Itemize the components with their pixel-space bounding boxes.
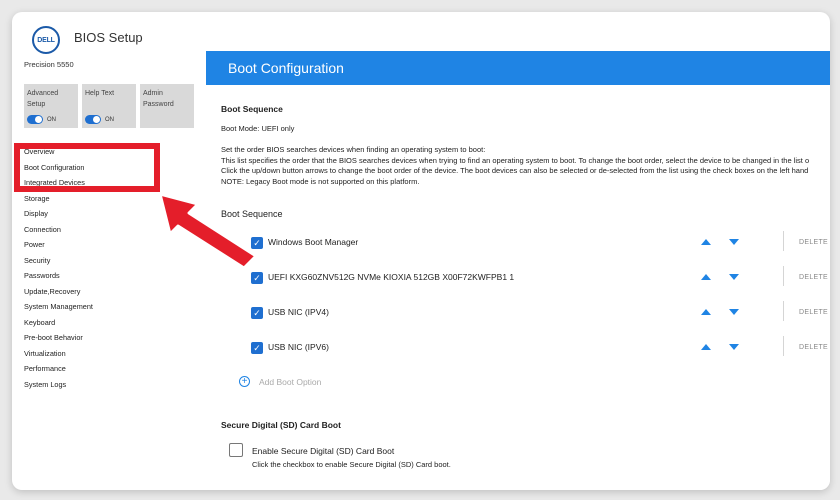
sd-card-checkbox[interactable] bbox=[229, 443, 243, 457]
help-text-toggle[interactable]: ON bbox=[85, 115, 114, 124]
description-line: Click the up/down button arrows to chang… bbox=[221, 166, 809, 175]
checkbox-checked-icon[interactable]: ✓ bbox=[251, 342, 263, 354]
logo-text: DELL bbox=[37, 36, 55, 44]
boot-list-item: ✓ USB NIC (IPV6) DELETE bbox=[251, 336, 830, 356]
sd-card-heading: Secure Digital (SD) Card Boot bbox=[221, 420, 341, 430]
boot-list-item: ✓ USB NIC (IPV4) DELETE bbox=[251, 301, 830, 321]
sidebar-item-system-logs[interactable]: System Logs bbox=[24, 377, 194, 393]
admin-password-tile[interactable]: Admin Password bbox=[140, 84, 194, 128]
sidebar-item-system-management[interactable]: System Management bbox=[24, 299, 194, 315]
add-boot-option-label: Add Boot Option bbox=[259, 376, 322, 387]
sidebar-item-update-recovery[interactable]: Update,Recovery bbox=[24, 284, 194, 300]
sidebar-item-pre-boot-behavior[interactable]: Pre-boot Behavior bbox=[24, 330, 194, 346]
toggle-state: ON bbox=[47, 116, 56, 123]
sidebar-item-passwords[interactable]: Passwords bbox=[24, 268, 194, 284]
move-down-icon[interactable] bbox=[729, 239, 739, 245]
move-down-icon[interactable] bbox=[729, 309, 739, 315]
boot-sequence-heading: Boot Sequence bbox=[221, 104, 283, 114]
help-text-tile[interactable]: Help Text ON bbox=[82, 84, 136, 128]
move-up-icon[interactable] bbox=[701, 344, 711, 350]
description-line: This list specifies the order that the B… bbox=[221, 155, 810, 165]
divider bbox=[783, 336, 784, 356]
checkbox-checked-icon[interactable]: ✓ bbox=[251, 307, 263, 319]
move-up-icon[interactable] bbox=[701, 309, 711, 315]
boot-item-name: UEFI KXG60ZNV512G NVMe KIOXIA 512GB X00F… bbox=[268, 272, 515, 282]
dell-logo: DELL bbox=[32, 26, 60, 54]
move-up-icon[interactable] bbox=[701, 239, 711, 245]
main-panel: Boot Configuration Boot Sequence Boot Mo… bbox=[206, 51, 830, 490]
boot-item-name: USB NIC (IPV6) bbox=[268, 342, 329, 352]
divider bbox=[783, 231, 784, 251]
description-line: NOTE: Legacy Boot mode is not supported … bbox=[221, 176, 420, 186]
tile-label: Admin Password bbox=[143, 90, 174, 108]
bios-window: DELL BIOS Setup Precision 5550 Advanced … bbox=[12, 12, 830, 490]
move-up-icon[interactable] bbox=[701, 274, 711, 280]
boot-mode-label: Boot Mode: UEFI only bbox=[221, 124, 295, 133]
page-title: Boot Configuration bbox=[206, 51, 830, 85]
plus-circle-icon[interactable]: + bbox=[239, 376, 250, 387]
sidebar-item-performance[interactable]: Performance bbox=[24, 361, 194, 377]
move-down-icon[interactable] bbox=[729, 344, 739, 350]
toggle-switch-icon[interactable] bbox=[27, 115, 43, 124]
boot-list-item: ✓ UEFI KXG60ZNV512G NVMe KIOXIA 512GB X0… bbox=[251, 266, 830, 286]
sidebar-item-keyboard[interactable]: Keyboard bbox=[24, 315, 194, 331]
pointer-arrow-icon bbox=[158, 192, 258, 270]
toggle-switch-icon[interactable] bbox=[85, 115, 101, 124]
sd-card-help-text: Click the checkbox to enable Secure Digi… bbox=[252, 460, 451, 469]
boot-item-name: USB NIC (IPV4) bbox=[268, 307, 329, 317]
sidebar-item-virtualization[interactable]: Virtualization bbox=[24, 346, 194, 362]
advanced-setup-tile[interactable]: Advanced Setup ON bbox=[24, 84, 78, 128]
model-name: Precision 5550 bbox=[24, 60, 74, 69]
divider bbox=[783, 301, 784, 321]
checkbox-checked-icon[interactable]: ✓ bbox=[251, 272, 263, 284]
boot-item-name: Windows Boot Manager bbox=[268, 237, 359, 247]
delete-button[interactable]: DELETE bbox=[799, 239, 828, 246]
boot-description: Set the order BIOS searches devices when… bbox=[221, 145, 809, 187]
boot-list-item: ✓ Windows Boot Manager DELETE bbox=[251, 231, 830, 251]
delete-button[interactable]: DELETE bbox=[799, 309, 828, 316]
advanced-setup-toggle[interactable]: ON bbox=[27, 115, 56, 124]
app-title: BIOS Setup bbox=[74, 30, 143, 45]
delete-button[interactable]: DELETE bbox=[799, 344, 828, 351]
move-down-icon[interactable] bbox=[729, 274, 739, 280]
description-line: Set the order BIOS searches devices when… bbox=[221, 145, 486, 154]
add-boot-option-button[interactable]: + Add Boot Option bbox=[239, 376, 321, 387]
tile-label: Help Text bbox=[85, 90, 115, 97]
highlight-box bbox=[14, 143, 160, 192]
delete-button[interactable]: DELETE bbox=[799, 274, 828, 281]
toggle-state: ON bbox=[105, 116, 114, 123]
sd-card-checkbox-label[interactable]: Enable Secure Digital (SD) Card Boot bbox=[252, 446, 394, 457]
divider bbox=[783, 266, 784, 286]
tile-label: Advanced Setup bbox=[27, 90, 59, 108]
